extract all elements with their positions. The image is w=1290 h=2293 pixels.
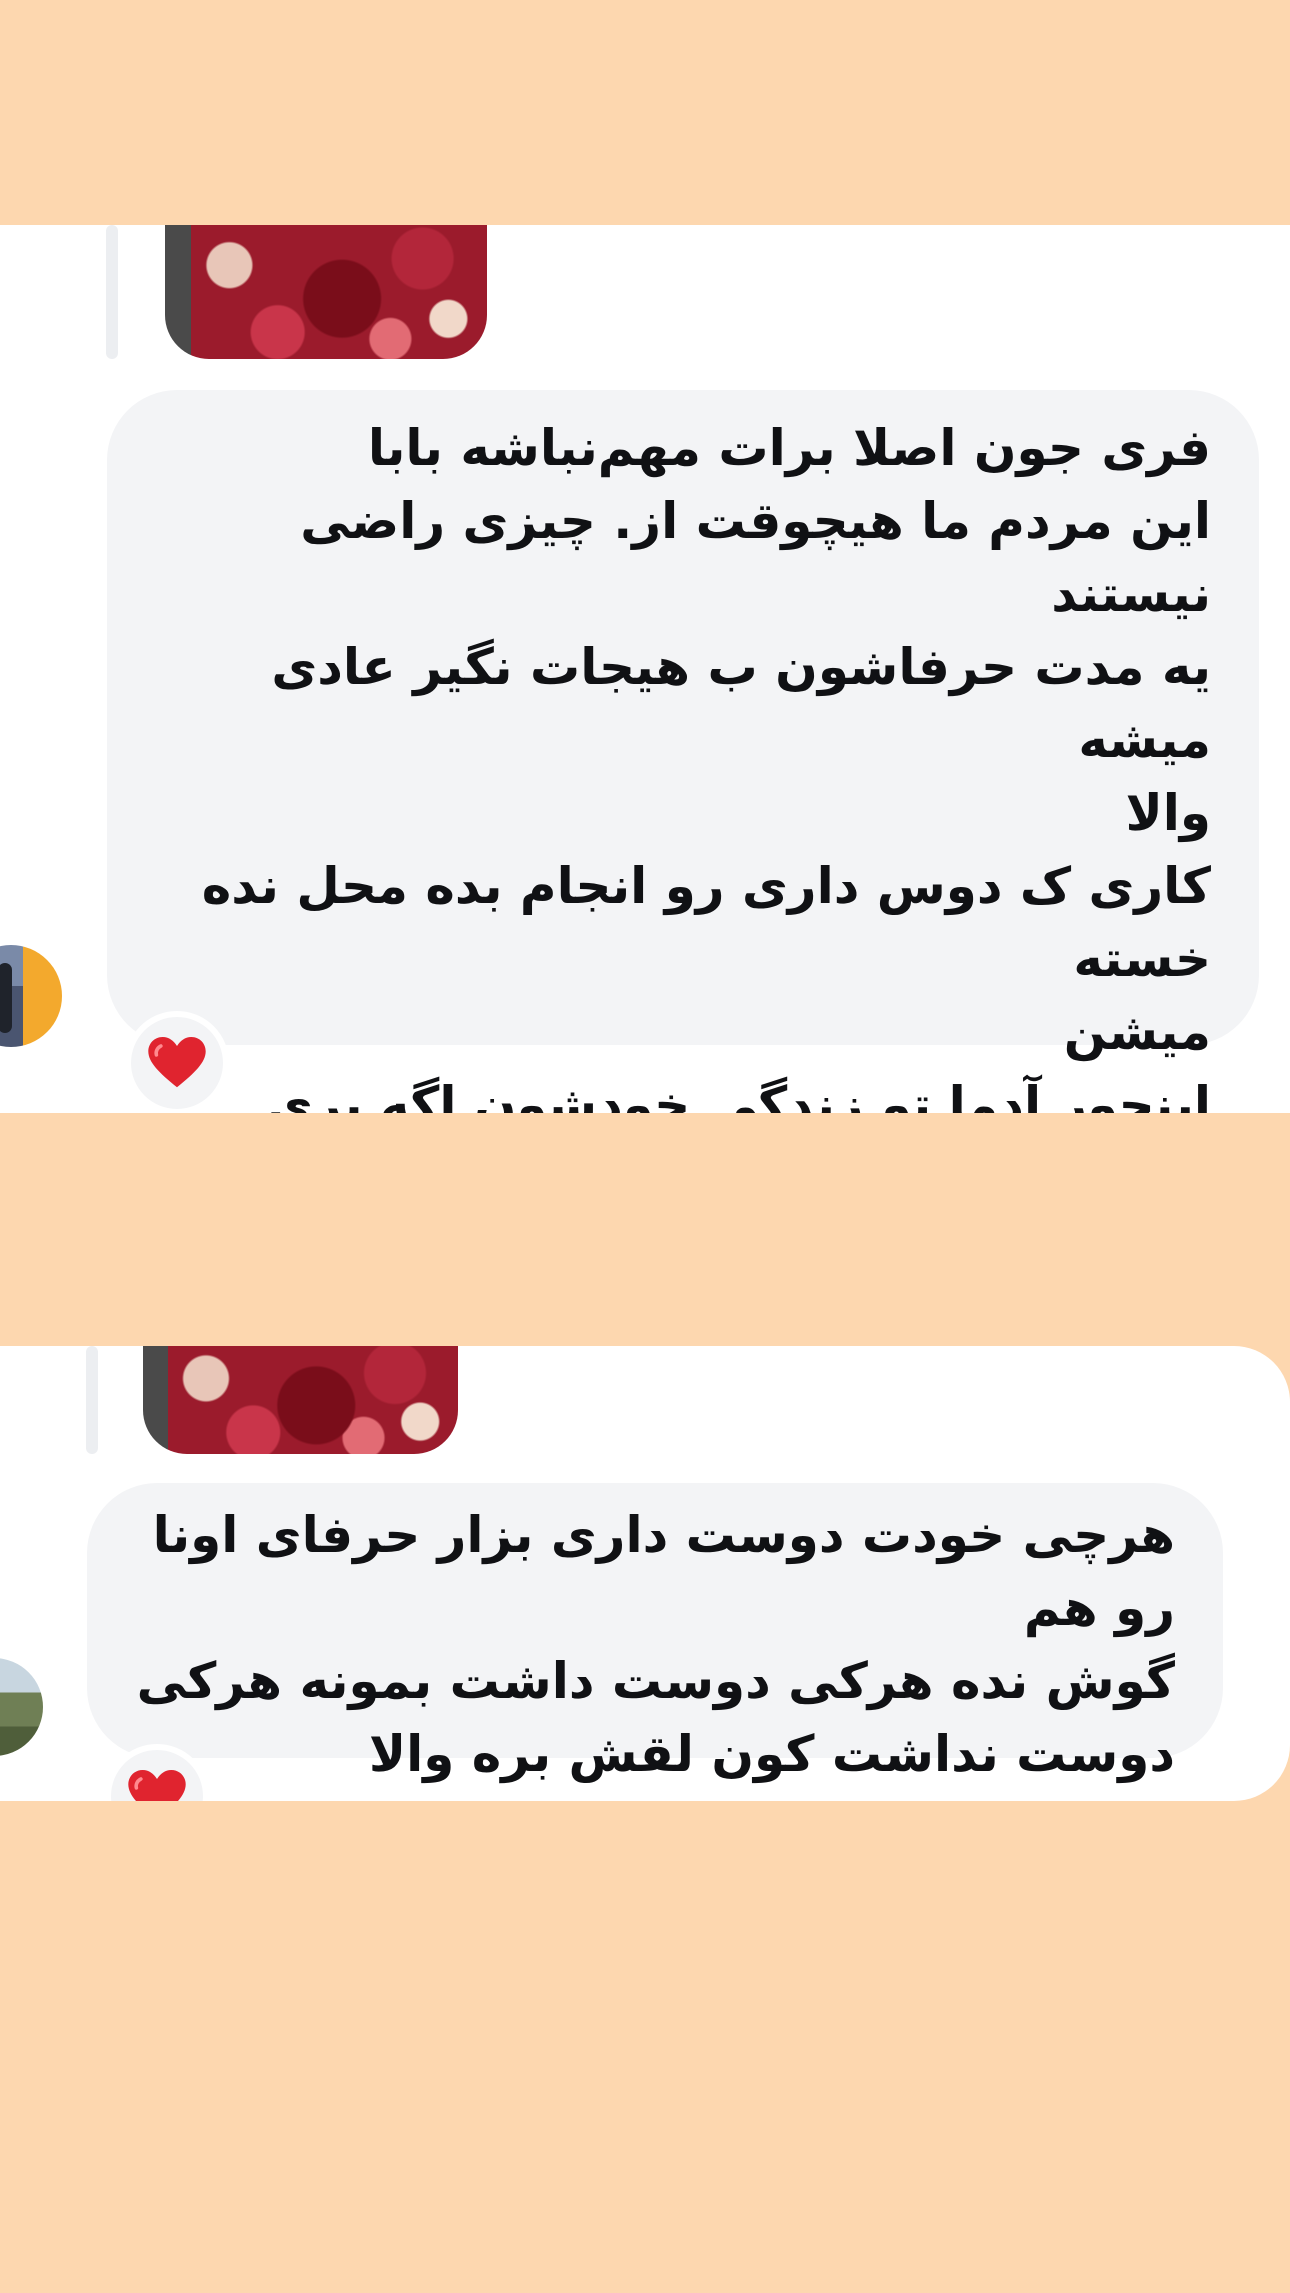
avatar[interactable] — [0, 1658, 43, 1756]
avatar[interactable] — [0, 945, 62, 1047]
reply-image-thumbnail[interactable] — [165, 225, 487, 359]
reply-image-thumbnail[interactable] — [143, 1346, 458, 1454]
comment-bubble[interactable]: فری جون اصلا برات مهم‌نباشه بابا این مرد… — [107, 390, 1259, 1113]
comment-card-1: فری جون اصلا برات مهم‌نباشه بابا این مرد… — [0, 225, 1290, 1113]
reaction-badge[interactable] — [125, 1011, 229, 1113]
comment-text: فری جون اصلا برات مهم‌نباشه بابا این مرد… — [201, 419, 1211, 1113]
reply-thread-line — [106, 225, 118, 359]
comment-bubble[interactable]: هرچی خودت دوست داری بزار حرفای اونا رو ه… — [87, 1483, 1223, 1783]
comment-card-2: هرچی خودت دوست داری بزار حرفای اونا رو ه… — [0, 1346, 1290, 1801]
heart-icon — [148, 1037, 206, 1088]
heart-icon — [128, 1770, 186, 1801]
comment-text: هرچی خودت دوست داری بزار حرفای اونا رو ه… — [136, 1506, 1175, 1783]
reply-thread-line — [86, 1346, 98, 1454]
